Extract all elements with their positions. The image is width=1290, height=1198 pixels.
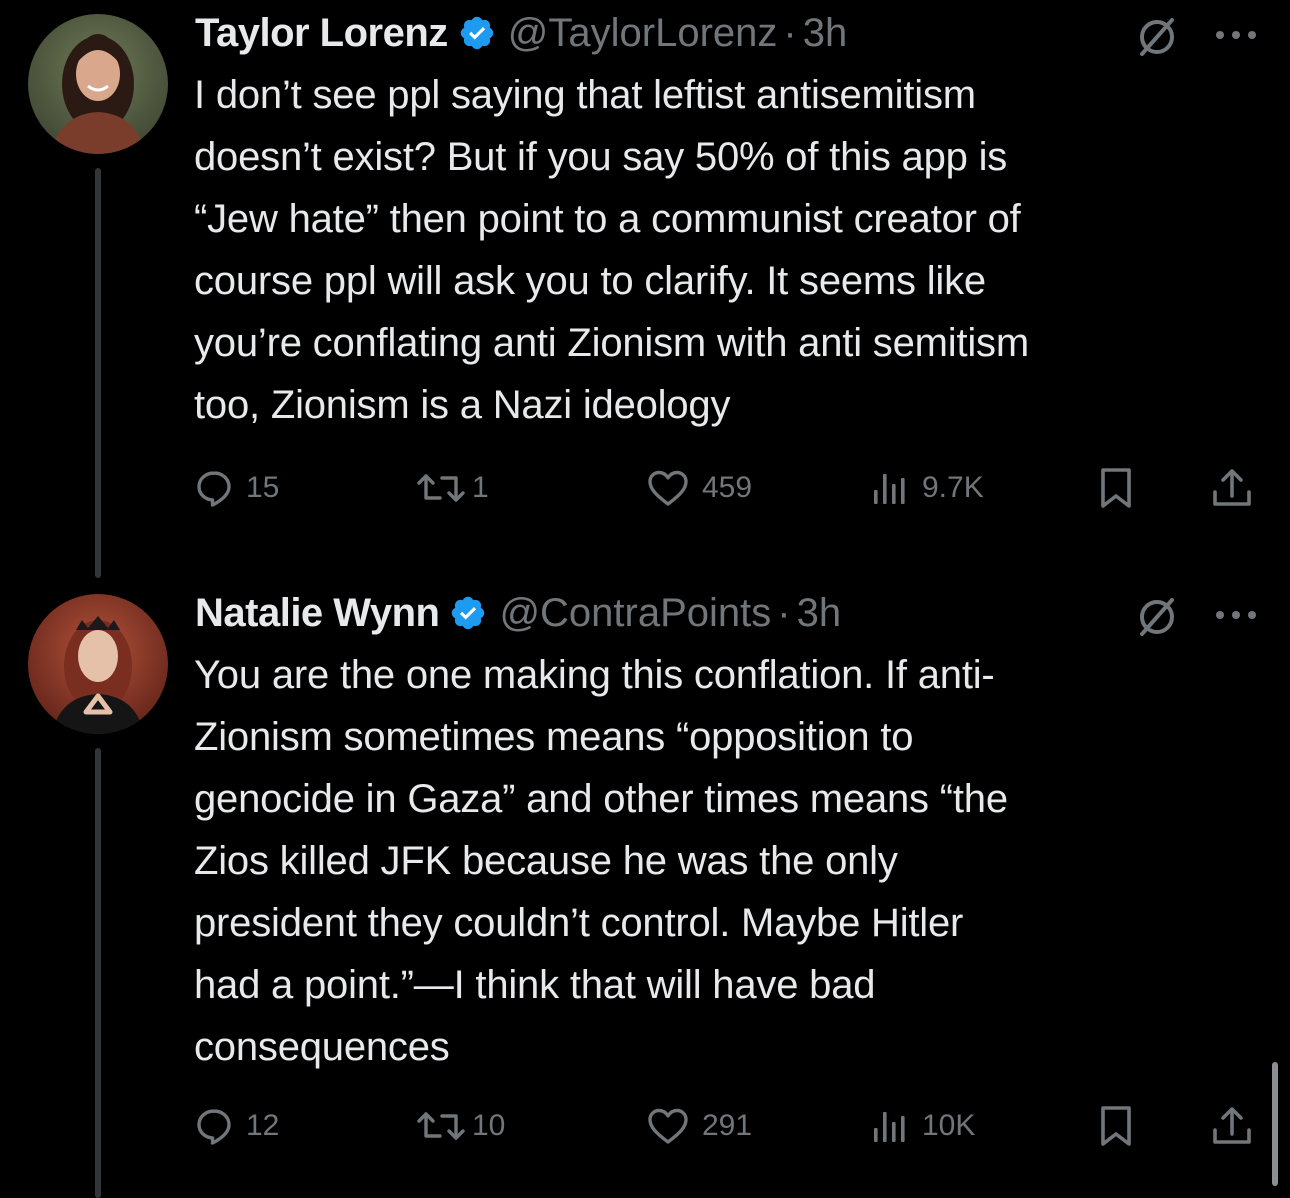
grok-icon[interactable] bbox=[1134, 14, 1180, 60]
share-button[interactable] bbox=[1210, 1096, 1254, 1156]
tweet-header: Natalie Wynn @ContraPoints · 3h bbox=[195, 588, 841, 638]
repost-button[interactable]: 10 bbox=[416, 1096, 505, 1156]
repost-button[interactable]: 1 bbox=[416, 458, 489, 518]
timestamp[interactable]: 3h bbox=[803, 11, 848, 56]
action-bar: 12 10 291 10K bbox=[0, 1096, 1290, 1156]
scrollbar[interactable] bbox=[1272, 1062, 1278, 1186]
views-button[interactable]: 9.7K bbox=[870, 458, 984, 518]
display-name[interactable]: Taylor Lorenz bbox=[195, 11, 448, 56]
views-count: 10K bbox=[922, 1109, 976, 1142]
like-button[interactable]: 459 bbox=[646, 458, 752, 518]
tweet-text-line: I don’t see ppl saying that leftist anti… bbox=[194, 73, 976, 117]
like-icon bbox=[646, 468, 690, 508]
share-icon bbox=[1210, 1104, 1254, 1148]
reply-count: 12 bbox=[246, 1109, 280, 1142]
avatar[interactable] bbox=[28, 594, 168, 734]
views-count: 9.7K bbox=[922, 471, 984, 504]
tweet-text: You are the one making this conflation. … bbox=[194, 644, 1254, 1078]
tweet-text-line: had a point.”—I think that will have bad bbox=[194, 963, 876, 1007]
tweet-header: Taylor Lorenz @TaylorLorenz · 3h bbox=[195, 8, 847, 58]
like-icon bbox=[646, 1106, 690, 1146]
bookmark-button[interactable] bbox=[1096, 458, 1136, 518]
tweet-text-line: president they couldn’t control. Maybe H… bbox=[194, 901, 964, 945]
handle[interactable]: @TaylorLorenz bbox=[508, 11, 778, 56]
like-count: 291 bbox=[702, 1109, 753, 1142]
tweet-text-line: genocide in Gaza” and other times means … bbox=[194, 777, 1008, 821]
timestamp[interactable]: 3h bbox=[797, 591, 842, 636]
verified-badge-icon[interactable] bbox=[449, 594, 487, 632]
tweet-text-line: too, Zionism is a Nazi ideology bbox=[194, 383, 731, 427]
reply-button[interactable]: 15 bbox=[194, 458, 279, 518]
tweet-text-line: consequences bbox=[194, 1025, 450, 1069]
more-icon[interactable] bbox=[1212, 20, 1260, 50]
share-button[interactable] bbox=[1210, 458, 1254, 518]
tweet-text-line: doesn’t exist? But if you say 50% of thi… bbox=[194, 135, 1008, 179]
repost-icon bbox=[416, 468, 466, 508]
reply-count: 15 bbox=[246, 471, 280, 504]
like-button[interactable]: 291 bbox=[646, 1096, 752, 1156]
bookmark-icon bbox=[1096, 466, 1136, 510]
tweet-text: I don’t see ppl saying that leftist anti… bbox=[194, 64, 1254, 436]
views-button[interactable]: 10K bbox=[870, 1096, 975, 1156]
tweet-text-line: You are the one making this conflation. … bbox=[194, 653, 995, 697]
tweet-natalie-wynn[interactable]: Natalie Wynn @ContraPoints · 3h You are … bbox=[0, 580, 1290, 1198]
avatar[interactable] bbox=[28, 14, 168, 154]
repost-count: 1 bbox=[472, 471, 489, 504]
reply-button[interactable]: 12 bbox=[194, 1096, 279, 1156]
grok-icon[interactable] bbox=[1134, 594, 1180, 640]
bookmark-icon bbox=[1096, 1104, 1136, 1148]
like-count: 459 bbox=[702, 471, 753, 504]
separator: · bbox=[777, 590, 791, 635]
display-name[interactable]: Natalie Wynn bbox=[195, 591, 440, 636]
tweet-text-line: course ppl will ask you to clarify. It s… bbox=[194, 259, 986, 303]
more-icon[interactable] bbox=[1212, 600, 1260, 630]
reply-icon bbox=[194, 468, 234, 508]
tweet-text-line: “Jew hate” then point to a communist cre… bbox=[194, 197, 1021, 241]
repost-icon bbox=[416, 1106, 466, 1146]
repost-count: 10 bbox=[472, 1109, 506, 1142]
action-bar: 15 1 459 9.7K bbox=[0, 458, 1290, 518]
tweet-text-line: Zionism sometimes means “opposition to bbox=[194, 715, 914, 759]
views-icon bbox=[870, 1106, 910, 1146]
tweet-text-line: Zios killed JFK because he was the only bbox=[194, 839, 898, 883]
views-icon bbox=[870, 468, 910, 508]
tweet-taylor-lorenz[interactable]: Taylor Lorenz @TaylorLorenz · 3h I don’t… bbox=[0, 0, 1290, 580]
separator: · bbox=[783, 10, 797, 55]
reply-icon bbox=[194, 1106, 234, 1146]
tweet-text-line: you’re conflating anti Zionism with anti… bbox=[194, 321, 1029, 365]
share-icon bbox=[1210, 466, 1254, 510]
bookmark-button[interactable] bbox=[1096, 1096, 1136, 1156]
verified-badge-icon[interactable] bbox=[458, 14, 496, 52]
handle[interactable]: @ContraPoints bbox=[499, 591, 771, 636]
